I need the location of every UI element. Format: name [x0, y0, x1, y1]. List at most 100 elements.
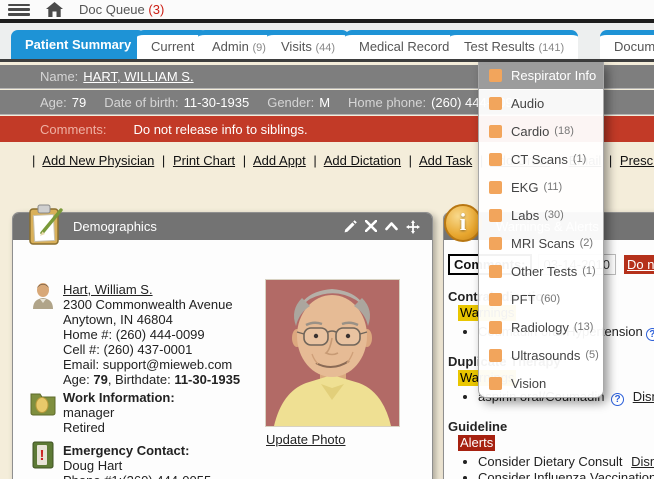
menu-item-labs[interactable]: Labs (30) — [479, 201, 603, 229]
svg-text:!: ! — [40, 447, 45, 464]
menu-item-label: Radiology — [511, 320, 569, 335]
section-title: Guideline — [448, 419, 654, 435]
comments-value: Do not release info to siblings. — [133, 122, 307, 137]
patient-detail-link[interactable]: Hart, William S. — [63, 282, 153, 297]
top-bar: Doc Queue (3) — [0, 0, 654, 19]
alerts-tag: Alerts — [458, 435, 495, 451]
work-status: Retired — [63, 420, 175, 435]
hamburger-menu-icon[interactable] — [8, 4, 30, 16]
tab-visits[interactable]: Visits (44) — [267, 30, 349, 59]
dismiss-link[interactable]: Dismiss — [631, 454, 654, 469]
separator: | — [409, 153, 412, 168]
dismiss-link[interactable]: Dismiss — [633, 389, 654, 404]
add-dictation-link[interactable]: Add Dictation — [324, 153, 401, 168]
menu-item-label: Other Tests — [511, 264, 577, 279]
separator: | — [32, 153, 35, 168]
category-swatch-icon — [489, 349, 502, 362]
birthdate-value: 11-30-1935 — [174, 372, 240, 387]
patient-photo — [266, 280, 399, 426]
tab-documents[interactable]: Documents — [600, 30, 654, 59]
category-swatch-icon — [489, 321, 502, 334]
tab-test-results[interactable]: Test Results (141) — [450, 30, 578, 59]
menu-item-label: Ultrasounds — [511, 348, 580, 363]
age-label: Age: — [63, 372, 93, 387]
menu-item-ultrasounds[interactable]: Ultrasounds (5) — [479, 341, 603, 369]
age-birthdate-line: Age: 79, Birthdate: 11-30-1935 — [63, 372, 268, 387]
menu-item-count: (18) — [554, 125, 574, 137]
menu-item-other-tests[interactable]: Other Tests (1) — [479, 257, 603, 285]
work-info-block: Work Information: manager Retired — [63, 390, 175, 435]
add-appt-link[interactable]: Add Appt — [253, 153, 306, 168]
menu-item-ct-scans[interactable]: CT Scans (1) — [479, 145, 603, 173]
menu-item-count: (30) — [544, 209, 564, 221]
menu-item-radiology[interactable]: Radiology (13) — [479, 313, 603, 341]
tab-label: Admin — [212, 39, 249, 54]
tab-label: Documents — [614, 39, 654, 54]
category-swatch-icon — [489, 69, 502, 82]
add-task-link[interactable]: Add Task — [419, 153, 472, 168]
alert-item: Consider Dietary Consult Dismiss — [478, 454, 654, 470]
tab-label: Test Results — [464, 39, 535, 54]
help-icon[interactable]: ? — [646, 328, 654, 341]
menu-item-mri-scans[interactable]: MRI Scans (2) — [479, 229, 603, 257]
birthdate-label: , Birthdate: — [108, 372, 174, 387]
menu-item-count: (13) — [574, 321, 594, 333]
emergency-name: Doug Hart — [63, 458, 211, 473]
category-swatch-icon — [489, 97, 502, 110]
close-icon[interactable] — [365, 220, 377, 232]
emergency-title: Emergency Contact: — [63, 443, 211, 458]
help-icon[interactable]: ? — [611, 393, 624, 406]
category-swatch-icon — [489, 209, 502, 222]
menu-item-count: (11) — [543, 181, 562, 193]
menu-item-count: (5) — [585, 349, 598, 361]
age-value: 79 — [93, 372, 107, 387]
home-icon[interactable] — [46, 2, 63, 17]
menu-item-cardio[interactable]: Cardio (18) — [479, 117, 603, 145]
email-line: Email: support@mieweb.com — [63, 357, 268, 372]
work-occupation: manager — [63, 405, 175, 420]
alert-text: Consider Dietary Consult — [478, 454, 623, 469]
tab-patient-summary[interactable]: Patient Summary — [11, 30, 145, 59]
update-photo-link[interactable]: Update Photo — [266, 432, 346, 447]
chart-comments-link[interactable]: Do not release info to siblings. — [624, 255, 654, 274]
test-results-dropdown: Respirator Info Audio Cardio (18) CT Sca… — [478, 62, 604, 398]
menu-item-pft[interactable]: PFT (60) — [479, 285, 603, 313]
category-swatch-icon — [489, 181, 502, 194]
patient-name-link[interactable]: HART, WILLIAM S. — [83, 69, 193, 84]
doc-queue-count: (3) — [148, 2, 164, 17]
category-swatch-icon — [489, 153, 502, 166]
panel-title: Demographics — [73, 219, 157, 234]
add-new-physician-link[interactable]: Add New Physician — [42, 153, 154, 168]
address-line2: Anytown, IN 46804 — [63, 312, 268, 327]
move-icon[interactable] — [406, 220, 420, 234]
separator: | — [243, 153, 246, 168]
alert-text: Consider Influenza Vaccination — [478, 470, 654, 479]
cell-phone-line: Cell #: (260) 437-0001 — [63, 342, 268, 357]
menu-item-label: Audio — [511, 96, 544, 111]
menu-item-audio[interactable]: Audio — [479, 89, 603, 117]
guideline-section: Guideline Alerts Consider Dietary Consul… — [448, 419, 654, 479]
menu-item-ekg[interactable]: EKG (11) — [479, 173, 603, 201]
menu-item-vision[interactable]: Vision — [479, 369, 603, 397]
menu-item-respirator-info[interactable]: Respirator Info — [479, 62, 603, 89]
print-chart-link[interactable]: Print Chart — [173, 153, 235, 168]
menu-item-label: CT Scans — [511, 152, 568, 167]
patient-contact-block: Hart, William S. 2300 Commonwealth Avenu… — [63, 282, 268, 387]
menu-item-count: (1) — [573, 153, 586, 165]
gender-label: Gender: — [267, 95, 314, 110]
doc-queue-link[interactable]: Doc Queue (3) — [79, 2, 164, 17]
separator: | — [162, 153, 165, 168]
tab-count: (141) — [538, 42, 564, 54]
age-label: Age: — [40, 95, 67, 110]
collapse-icon[interactable] — [385, 220, 398, 232]
name-label: Name: — [40, 69, 78, 84]
menu-item-label: Vision — [511, 376, 546, 391]
prescribe-link[interactable]: Prescribe — [620, 153, 654, 168]
edit-icon[interactable] — [344, 220, 357, 233]
separator: | — [609, 153, 612, 168]
dob-label: Date of birth: — [104, 95, 178, 110]
tab-label: Visits — [281, 39, 312, 54]
home-phone-line: Home #: (260) 444-0099 — [63, 327, 268, 342]
menu-item-label: Labs — [511, 208, 539, 223]
menu-item-label: Respirator Info — [511, 68, 596, 83]
